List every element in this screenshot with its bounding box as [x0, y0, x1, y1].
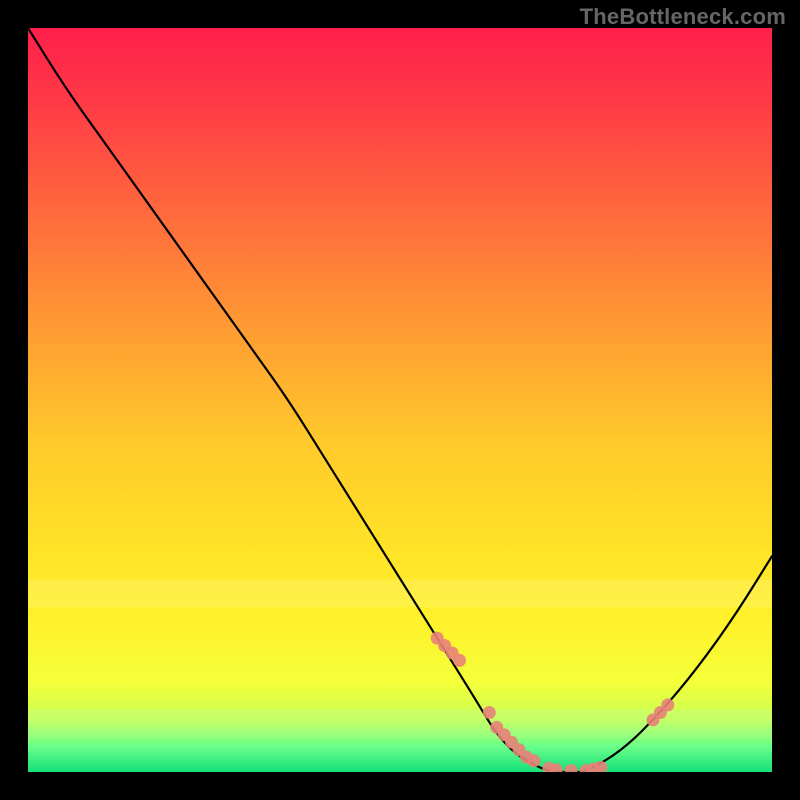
data-point — [527, 754, 540, 767]
plot-area — [28, 28, 772, 772]
gradient-background — [28, 28, 772, 772]
glow-band — [28, 579, 772, 607]
bottleneck-chart — [28, 28, 772, 772]
data-point — [453, 654, 466, 667]
data-point — [661, 699, 674, 712]
watermark-label: TheBottleneck.com — [580, 4, 786, 30]
data-point — [483, 706, 496, 719]
chart-container: TheBottleneck.com — [0, 0, 800, 800]
